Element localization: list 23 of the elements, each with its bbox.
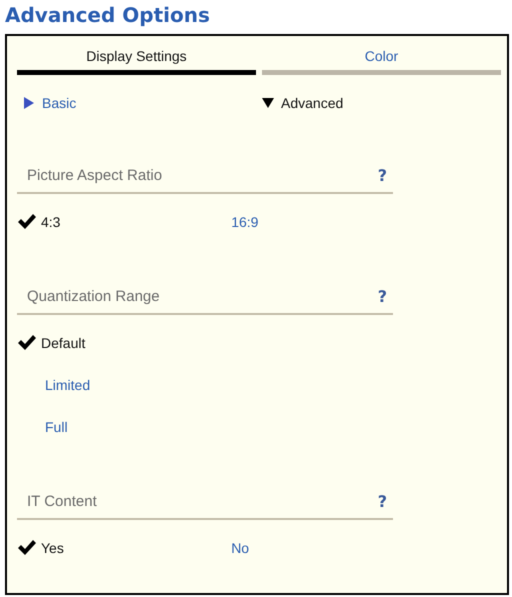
option[interactable]: Full [17, 417, 393, 437]
help-button[interactable]: ? [378, 166, 387, 185]
mode-toggle[interactable]: Basic [23, 95, 262, 111]
option[interactable]: Yes [17, 538, 204, 558]
caret-right-icon [23, 97, 35, 109]
tab[interactable]: Color [262, 44, 501, 75]
option[interactable]: 4:3 [17, 212, 204, 232]
page-title: Advanced Options [5, 2, 211, 29]
checkmark-icon [17, 335, 37, 351]
checkmark-icon [17, 540, 37, 556]
option[interactable]: Default [17, 333, 393, 353]
section-title: IT Content [27, 493, 97, 510]
help-button[interactable]: ? [378, 287, 387, 306]
tab[interactable]: Display Settings [17, 44, 256, 75]
help-button[interactable]: ? [378, 492, 387, 511]
option[interactable]: Limited [17, 375, 393, 395]
mode-toggle[interactable]: Advanced [262, 95, 501, 111]
option[interactable]: 16:9 [203, 212, 393, 232]
section-title: Quantization Range [27, 288, 160, 305]
caret-down-icon [262, 97, 274, 109]
checkmark-icon [17, 214, 37, 230]
option[interactable]: No [203, 538, 393, 558]
section-title: Picture Aspect Ratio [27, 167, 162, 184]
